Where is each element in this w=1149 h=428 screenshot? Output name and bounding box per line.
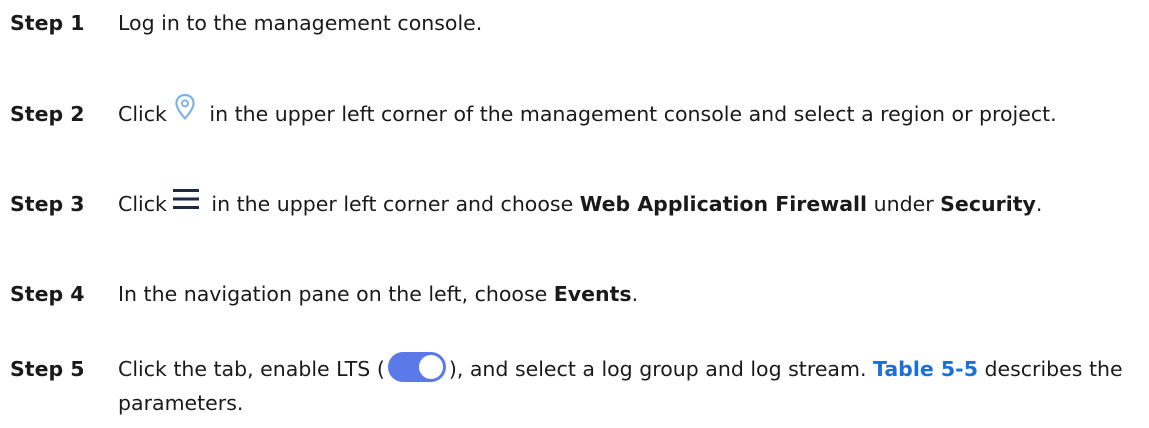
step-label: Step 4	[10, 282, 85, 306]
step-text: Click in the upper left corner and choos…	[118, 187, 1143, 221]
step-label: Step 5	[10, 357, 85, 381]
step-text: Log in to the management console.	[118, 11, 483, 35]
toggle-knob	[418, 355, 443, 379]
step-text: In the navigation pane on the left, choo…	[118, 282, 639, 306]
menu-hamburger-icon	[172, 186, 199, 209]
toggle-switch-on-icon	[387, 352, 446, 382]
document-step-list: Step 1 Log in to the management console.…	[0, 0, 1149, 428]
location-pin-icon	[171, 92, 199, 122]
step-text: Click in the upper left corner of the ma…	[118, 93, 1143, 131]
step-label: Step 3	[10, 192, 85, 216]
step-label: Step 2	[10, 102, 85, 126]
step-label: Step 1	[10, 11, 85, 35]
step-text: Click the tab, enable LTS (), and select…	[118, 352, 1143, 420]
table-5-5-link[interactable]: Table 5-5	[873, 357, 978, 381]
